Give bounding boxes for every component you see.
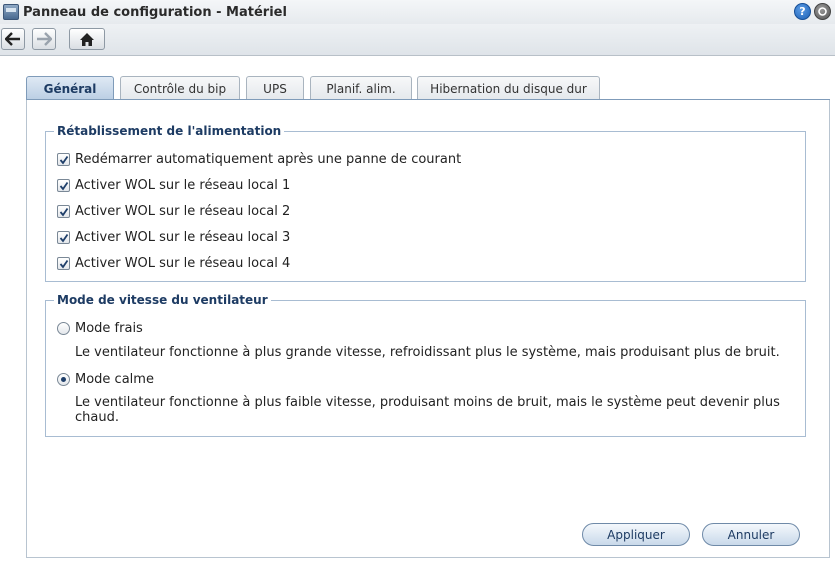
options-button[interactable] — [814, 3, 831, 20]
auto-restart-label: Redémarrer automatiquement après une pan… — [75, 152, 462, 167]
apply-button[interactable]: Appliquer — [582, 523, 690, 546]
title-buttons: ? — [794, 3, 831, 20]
window-title: Panneau de configuration - Matériel — [23, 4, 287, 20]
quiet-mode-radio[interactable] — [57, 373, 70, 386]
help-button[interactable]: ? — [794, 3, 811, 20]
cancel-button[interactable]: Annuler — [702, 523, 800, 546]
options-icon — [818, 7, 827, 16]
wol-lan4-option[interactable]: Activer WOL sur le réseau local 4 — [57, 256, 290, 271]
auto-restart-checkbox[interactable] — [57, 153, 70, 166]
home-icon — [80, 32, 94, 46]
wol-lan4-checkbox[interactable] — [57, 257, 70, 270]
window-titlebar: Panneau de configuration - Matériel ? — [0, 0, 835, 24]
arrow-left-icon — [5, 32, 20, 46]
quiet-mode-description: Le ventilateur fonctionne à plus faible … — [75, 395, 780, 425]
wol-lan2-option[interactable]: Activer WOL sur le réseau local 2 — [57, 204, 290, 219]
radio-selected-dot — [61, 377, 66, 382]
home-button[interactable] — [69, 28, 105, 50]
checkmark-icon — [59, 207, 68, 216]
checkmark-icon — [59, 181, 68, 190]
forward-button[interactable] — [32, 28, 56, 50]
wol-lan3-checkbox[interactable] — [57, 231, 70, 244]
back-button[interactable] — [1, 28, 25, 50]
tab-beep-control[interactable]: Contrôle du bip — [120, 76, 240, 100]
tab-hdd-hibernation[interactable]: Hibernation du disque dur — [417, 76, 600, 100]
wol-lan4-label: Activer WOL sur le réseau local 4 — [75, 256, 291, 271]
checkmark-icon — [59, 259, 68, 268]
tab-ups[interactable]: UPS — [246, 76, 304, 100]
wol-lan2-label: Activer WOL sur le réseau local 2 — [75, 204, 291, 219]
help-icon: ? — [799, 5, 806, 18]
wol-lan1-label: Activer WOL sur le réseau local 1 — [75, 178, 291, 193]
wol-lan2-checkbox[interactable] — [57, 205, 70, 218]
toolbar — [0, 24, 835, 56]
wol-lan3-label: Activer WOL sur le réseau local 3 — [75, 230, 291, 245]
power-recovery-legend: Rétablissement de l'alimentation — [54, 124, 285, 138]
control-panel-icon — [3, 4, 19, 20]
wol-lan1-option[interactable]: Activer WOL sur le réseau local 1 — [57, 178, 290, 193]
quiet-mode-option[interactable]: Mode calme — [57, 372, 154, 387]
cool-mode-radio[interactable] — [57, 322, 70, 335]
wol-lan1-checkbox[interactable] — [57, 179, 70, 192]
cool-mode-label: Mode frais — [75, 321, 143, 336]
checkmark-icon — [59, 233, 68, 242]
quiet-mode-label: Mode calme — [75, 372, 154, 387]
cool-mode-option[interactable]: Mode frais — [57, 321, 143, 336]
checkmark-icon — [59, 155, 68, 164]
tab-general[interactable]: Général — [26, 76, 114, 101]
cool-mode-description: Le ventilateur fonctionne à plus grande … — [75, 345, 780, 360]
tab-power-schedule[interactable]: Planif. alim. — [310, 76, 412, 100]
wol-lan3-option[interactable]: Activer WOL sur le réseau local 3 — [57, 230, 290, 245]
fan-mode-legend: Mode de vitesse du ventilateur — [54, 293, 271, 307]
auto-restart-option[interactable]: Redémarrer automatiquement après une pan… — [57, 152, 461, 167]
arrow-right-icon — [37, 32, 52, 46]
